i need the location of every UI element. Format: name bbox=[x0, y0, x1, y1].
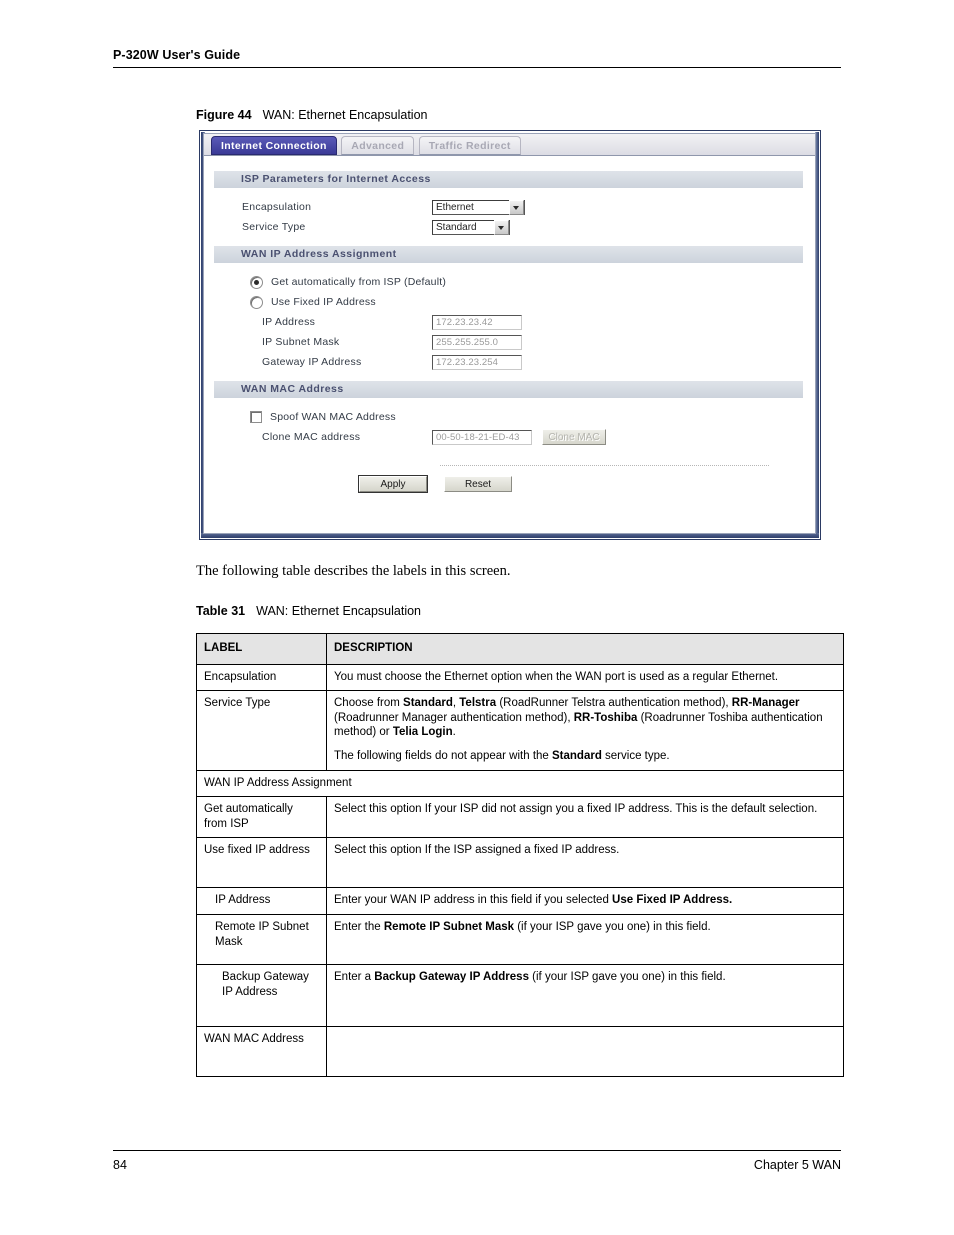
router-config-screenshot: Internet Connection Advanced Traffic Red… bbox=[199, 130, 821, 540]
row-label: IP Address bbox=[196, 887, 327, 915]
option-spoof-wan-mac[interactable]: Spoof WAN MAC Address bbox=[204, 407, 815, 427]
clone-mac-button[interactable]: Clone MAC bbox=[542, 429, 606, 445]
chevron-down-icon[interactable] bbox=[509, 199, 524, 215]
table-header-row: LABEL DESCRIPTION bbox=[196, 633, 844, 665]
row-label: Remote IP Subnet Mask bbox=[196, 913, 327, 965]
radio-use-fixed-ip[interactable] bbox=[250, 295, 263, 309]
table-title: WAN: Ethernet Encapsulation bbox=[256, 604, 422, 618]
clone-mac-address-input[interactable]: 00-50-18-21-ED-43 bbox=[432, 429, 532, 445]
row-label: Encapsulation bbox=[196, 663, 327, 692]
form-buttons: Apply Reset bbox=[204, 466, 815, 493]
ip-subnet-mask-label: IP Subnet Mask bbox=[262, 336, 340, 348]
row-description: Enter your WAN IP address in this field … bbox=[326, 887, 844, 915]
row-ip-subnet-mask: IP Subnet Mask 255.255.255.0 bbox=[204, 332, 815, 352]
row-encapsulation: Encapsulation Ethernet bbox=[204, 197, 815, 217]
spoof-wan-mac-label: Spoof WAN MAC Address bbox=[270, 411, 396, 423]
wan-ip-rows: Get automatically from ISP (Default) Use… bbox=[204, 263, 815, 381]
section-header-wan-ip-assignment: WAN IP Address Assignment bbox=[214, 246, 803, 263]
row-service-type: Service Type Standard bbox=[204, 217, 815, 237]
section-header-wan-mac-address: WAN MAC Address bbox=[214, 381, 803, 398]
table-row: Backup Gateway IP Address Enter a Backup… bbox=[196, 963, 844, 1027]
intro-paragraph: The following table describes the labels… bbox=[196, 563, 511, 579]
tab-traffic-redirect[interactable]: Traffic Redirect bbox=[418, 136, 521, 155]
spacer-top bbox=[204, 156, 815, 171]
header-divider bbox=[113, 67, 841, 68]
row-ip-address: IP Address 172.23.23.42 bbox=[204, 312, 815, 332]
table-row: Use fixed IP address Select this option … bbox=[196, 837, 844, 889]
section-header-isp-parameters: ISP Parameters for Internet Access bbox=[214, 171, 803, 188]
isp-parameters-rows: Encapsulation Ethernet Service Type Stan… bbox=[204, 188, 815, 246]
reset-button[interactable]: Reset bbox=[444, 476, 512, 492]
radio-get-automatically-label: Get automatically from ISP (Default) bbox=[271, 276, 447, 288]
figure-caption: Figure 44 WAN: Ethernet Encapsulation bbox=[196, 108, 427, 122]
chevron-down-icon[interactable] bbox=[494, 219, 509, 235]
column-header-label: LABEL bbox=[196, 633, 327, 665]
footer-row: 84 Chapter 5 WAN bbox=[113, 1151, 841, 1172]
service-type-label: Service Type bbox=[242, 221, 306, 233]
table-label: Table 31 bbox=[196, 604, 246, 618]
page-number: 84 bbox=[113, 1158, 127, 1172]
table-caption: Table 31 WAN: Ethernet Encapsulation bbox=[196, 604, 421, 618]
page-title: P-320W User's Guide bbox=[113, 48, 241, 62]
table-row: WAN IP Address Assignment bbox=[196, 769, 844, 798]
row-description-part1: Choose from Standard, Telstra (RoadRunne… bbox=[334, 697, 823, 739]
service-type-value: Standard bbox=[436, 221, 477, 233]
column-header-description: DESCRIPTION bbox=[326, 633, 844, 665]
table-row: Remote IP Subnet Mask Enter the Remote I… bbox=[196, 913, 844, 965]
checkbox-spoof-wan-mac[interactable] bbox=[250, 411, 262, 423]
figure-title: WAN: Ethernet Encapsulation bbox=[262, 108, 428, 122]
tab-strip: Internet Connection Advanced Traffic Red… bbox=[204, 134, 815, 156]
row-description: Choose from Standard, Telstra (RoadRunne… bbox=[326, 690, 844, 771]
apply-button[interactable]: Apply bbox=[358, 475, 428, 493]
option-use-fixed-ip[interactable]: Use Fixed IP Address bbox=[204, 292, 815, 312]
table-row: Get automatically from ISP Select this o… bbox=[196, 796, 844, 839]
encapsulation-label: Encapsulation bbox=[242, 201, 312, 213]
table-row: WAN MAC Address bbox=[196, 1025, 844, 1077]
figure-label: Figure 44 bbox=[196, 108, 252, 122]
clone-mac-address-label: Clone MAC address bbox=[262, 431, 361, 443]
row-description: Enter a Backup Gateway IP Address (if yo… bbox=[326, 963, 844, 1027]
radio-use-fixed-ip-label: Use Fixed IP Address bbox=[271, 296, 376, 308]
row-description: Enter the Remote IP Subnet Mask (if your… bbox=[326, 913, 844, 965]
row-description-part2: The following fields do not appear with … bbox=[334, 749, 670, 762]
row-label: Get automatically from ISP bbox=[196, 796, 327, 839]
row-label: Service Type bbox=[196, 690, 327, 771]
table-row: Service Type Choose from Standard, Telst… bbox=[196, 690, 844, 771]
router-config-body: Internet Connection Advanced Traffic Red… bbox=[203, 133, 816, 534]
tab-advanced[interactable]: Advanced bbox=[341, 136, 415, 155]
table-row: IP Address Enter your WAN IP address in … bbox=[196, 887, 844, 915]
chapter-label: Chapter 5 WAN bbox=[753, 1158, 841, 1172]
ip-address-input[interactable]: 172.23.23.42 bbox=[432, 314, 522, 330]
page-header: P-320W User's Guide bbox=[113, 48, 841, 68]
row-clone-mac-address: Clone MAC address 00-50-18-21-ED-43 Clon… bbox=[204, 427, 815, 447]
gateway-ip-address-input[interactable]: 172.23.23.254 bbox=[432, 354, 522, 370]
wan-mac-rows: Spoof WAN MAC Address Clone MAC address … bbox=[204, 398, 815, 456]
row-label: WAN MAC Address bbox=[196, 1025, 327, 1077]
row-gateway-ip-address: Gateway IP Address 172.23.23.254 bbox=[204, 352, 815, 372]
row-label: Use fixed IP address bbox=[196, 837, 327, 889]
service-type-select[interactable]: Standard bbox=[432, 219, 510, 235]
gateway-ip-address-label: Gateway IP Address bbox=[262, 356, 362, 368]
labels-description-table: LABEL DESCRIPTION Encapsulation You must… bbox=[196, 633, 844, 1077]
option-get-automatically[interactable]: Get automatically from ISP (Default) bbox=[204, 272, 815, 292]
row-description: Select this option If your ISP did not a… bbox=[326, 796, 844, 839]
table-row: Encapsulation You must choose the Ethern… bbox=[196, 663, 844, 692]
row-description bbox=[326, 1025, 844, 1077]
ip-subnet-mask-input[interactable]: 255.255.255.0 bbox=[432, 334, 522, 350]
row-description: Select this option If the ISP assigned a… bbox=[326, 837, 844, 889]
ip-address-label: IP Address bbox=[262, 316, 316, 328]
page-footer: 84 Chapter 5 WAN bbox=[113, 1150, 841, 1172]
tab-internet-connection[interactable]: Internet Connection bbox=[211, 136, 337, 155]
row-description: You must choose the Ethernet option when… bbox=[326, 663, 844, 692]
radio-get-automatically[interactable] bbox=[250, 275, 263, 289]
encapsulation-select[interactable]: Ethernet bbox=[432, 199, 525, 215]
row-label: Backup Gateway IP Address bbox=[196, 963, 327, 1027]
table-body: Encapsulation You must choose the Ethern… bbox=[196, 663, 844, 1077]
encapsulation-value: Ethernet bbox=[436, 201, 474, 213]
row-section-label: WAN IP Address Assignment bbox=[196, 769, 844, 798]
config-form: ISP Parameters for Internet Access Encap… bbox=[204, 156, 815, 533]
